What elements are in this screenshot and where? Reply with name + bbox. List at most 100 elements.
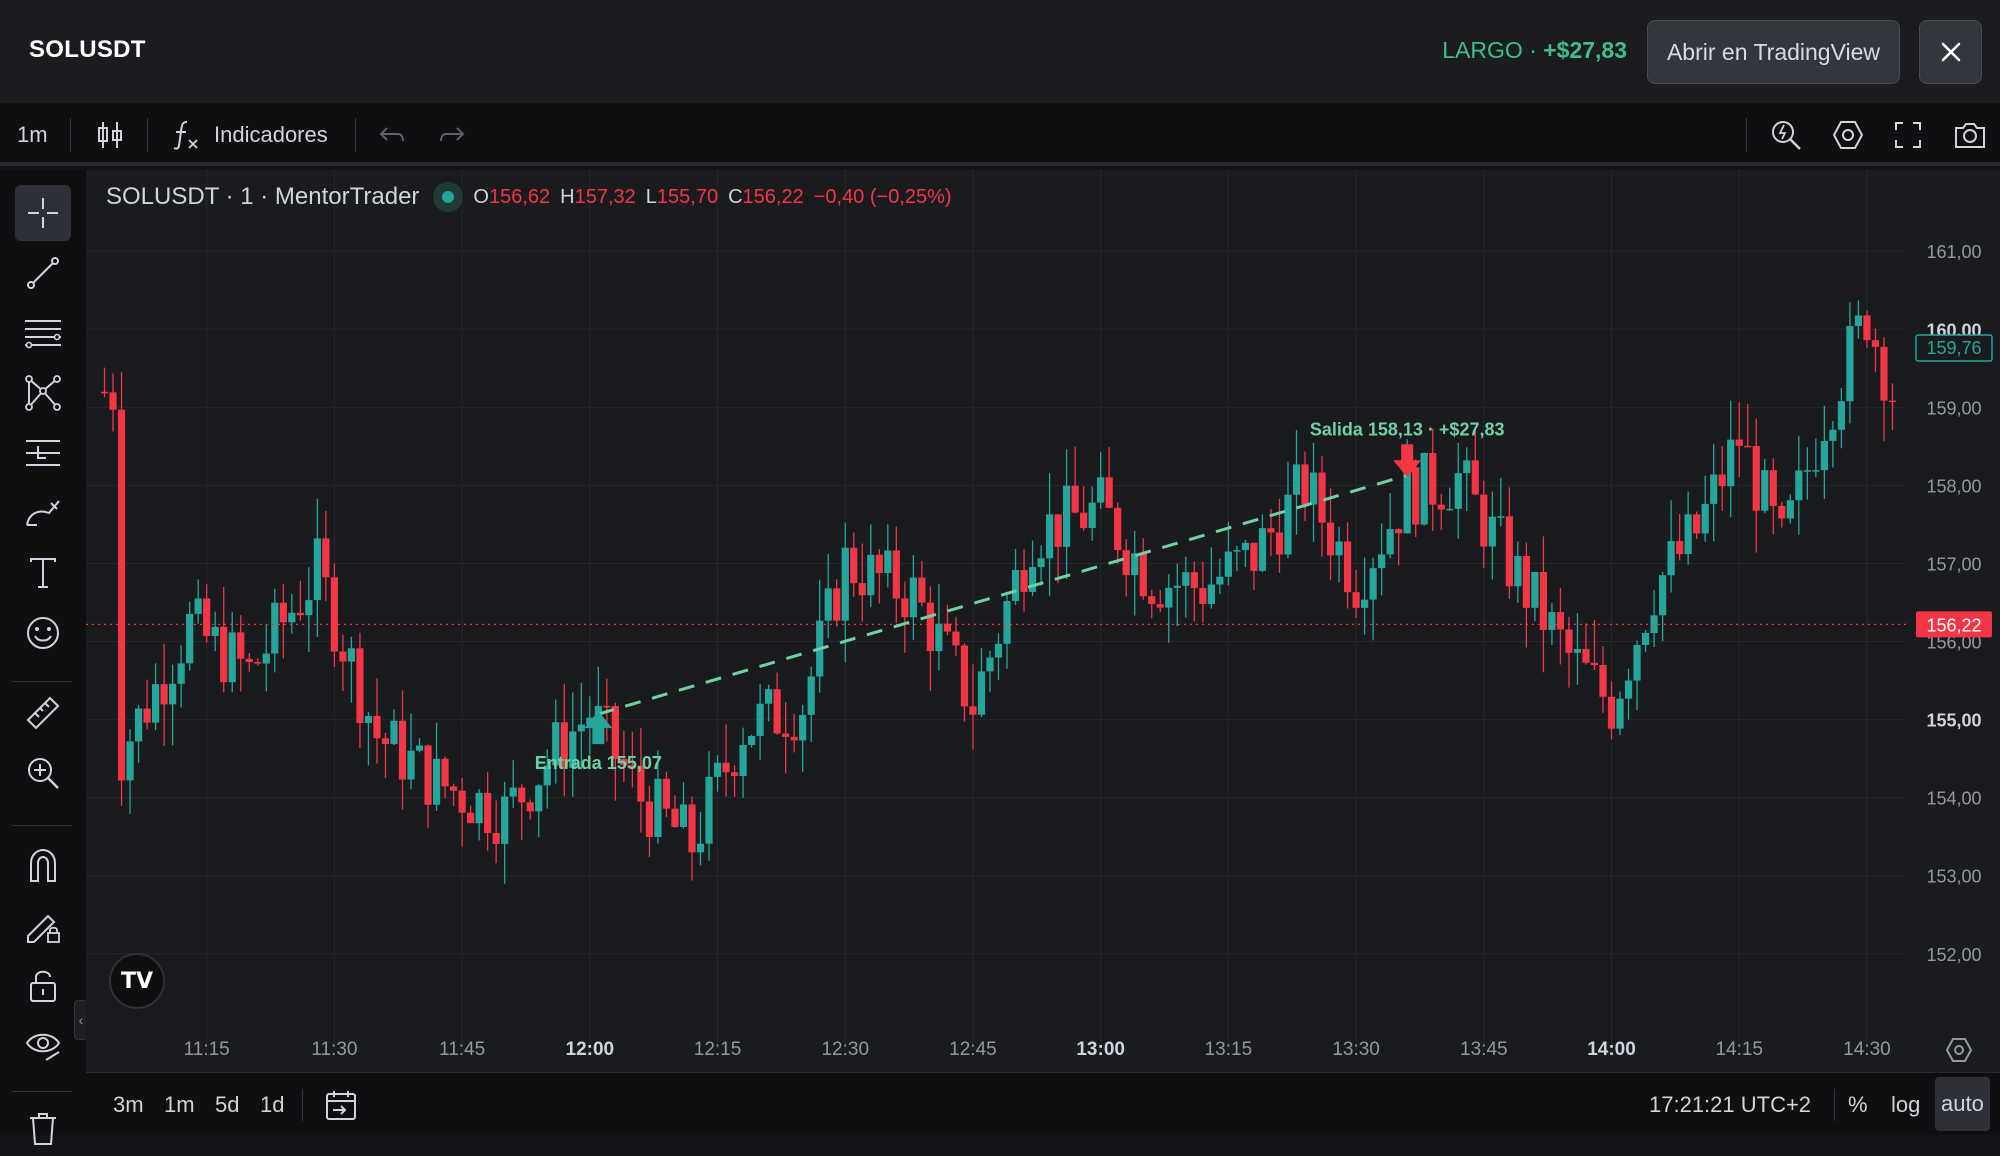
candle-body xyxy=(1820,440,1828,471)
log-toggle[interactable]: log xyxy=(1891,1073,1920,1136)
unlock-tool[interactable] xyxy=(15,957,71,1013)
candle-body xyxy=(696,843,705,853)
candle-body xyxy=(1573,648,1582,653)
pattern-tool[interactable] xyxy=(15,365,71,421)
range-3m[interactable]: 3m xyxy=(113,1073,144,1136)
zoom-in-tool[interactable] xyxy=(15,745,71,801)
low-key: L xyxy=(645,185,657,208)
horizontal-lines-tool[interactable] xyxy=(15,305,71,361)
candle-body xyxy=(271,602,279,654)
candle-body xyxy=(313,538,321,601)
goto-date-button[interactable] xyxy=(324,1073,358,1136)
undo-button[interactable] xyxy=(378,104,406,166)
open-tradingview-button[interactable]: Abrir en TradingView xyxy=(1647,20,1900,84)
pattern-icon xyxy=(25,375,61,411)
candle-body xyxy=(458,790,466,813)
range-1d[interactable]: 1d xyxy=(260,1073,284,1136)
candle-body xyxy=(415,745,424,751)
candle-body xyxy=(952,631,960,646)
candle-body xyxy=(117,409,126,781)
status-dot xyxy=(442,191,455,203)
candle-body xyxy=(1250,542,1258,571)
candle-body xyxy=(1131,553,1139,576)
range-1m[interactable]: 1m xyxy=(164,1073,195,1136)
candle-body xyxy=(662,778,671,809)
candle-body xyxy=(1854,315,1863,327)
candle-body xyxy=(1556,612,1565,630)
price-chart[interactable]: Entrada 155,07 Salida 158,13 · +$27,83 161… xyxy=(86,170,2000,1072)
indicators-button[interactable]: Indicadores xyxy=(172,104,328,166)
candle-body xyxy=(288,612,296,623)
drawing-toolbar xyxy=(0,170,86,1145)
lock-drawing-tool[interactable] xyxy=(15,897,71,953)
candle-body xyxy=(1769,470,1777,506)
trash-tool[interactable] xyxy=(15,1100,71,1156)
fullscreen-button[interactable] xyxy=(1893,104,1923,166)
screenshot-button[interactable] xyxy=(1953,104,1987,166)
redo-button[interactable] xyxy=(438,104,466,166)
candle-body xyxy=(1616,698,1624,729)
crosshair-tool[interactable] xyxy=(15,185,71,241)
candle-body xyxy=(1378,554,1386,569)
candle-body xyxy=(1454,473,1462,509)
candle-body xyxy=(1114,507,1122,551)
candle-body xyxy=(1369,568,1377,600)
quick-search-icon xyxy=(1772,121,1801,150)
candle-body xyxy=(373,715,381,739)
candle-body xyxy=(603,705,611,708)
legend-title[interactable]: SOLUSDT · 1 · MentorTrader xyxy=(106,183,419,211)
exit-label: Salida 158,13 · +$27,83 xyxy=(1310,419,1505,439)
candle-body xyxy=(1080,512,1088,529)
trend-line-tool[interactable] xyxy=(15,245,71,301)
candle-body xyxy=(909,577,917,618)
settings-button[interactable] xyxy=(1831,104,1865,166)
range-5d[interactable]: 5d xyxy=(215,1073,239,1136)
candle-body xyxy=(705,776,713,844)
ruler-tool[interactable] xyxy=(15,685,71,741)
quick-search-button[interactable] xyxy=(1769,104,1803,166)
candle-body xyxy=(1037,558,1045,568)
interval-button[interactable]: 1m xyxy=(17,104,48,166)
candle-body xyxy=(901,598,909,618)
redo-icon xyxy=(440,127,465,142)
calendar-goto-icon xyxy=(326,1090,356,1120)
close-key: C xyxy=(728,185,743,208)
candle-body xyxy=(1701,503,1709,534)
magnet-tool[interactable] xyxy=(15,837,71,893)
fib-tool[interactable] xyxy=(15,425,71,481)
candle-body xyxy=(1335,541,1343,556)
candle-body xyxy=(1309,472,1318,505)
time-tick-label: 12:45 xyxy=(949,1039,997,1060)
emoji-tool[interactable] xyxy=(15,605,71,661)
auto-toggle[interactable]: auto xyxy=(1935,1077,1990,1131)
market-status-indicator[interactable] xyxy=(433,182,464,212)
close-button[interactable] xyxy=(1919,20,1982,84)
candle-body xyxy=(1165,587,1173,608)
candle-body xyxy=(1292,464,1301,495)
tradingview-logo[interactable]: TV xyxy=(109,953,165,1009)
candle-body xyxy=(1778,505,1786,519)
candle-body xyxy=(1361,599,1369,608)
crosshair-icon xyxy=(28,198,58,228)
candle-style-button[interactable] xyxy=(96,104,124,166)
percent-toggle[interactable]: % xyxy=(1848,1073,1868,1136)
text-tool[interactable] xyxy=(15,545,71,601)
entry-label: Entrada 155,07 xyxy=(535,753,662,773)
candle-body xyxy=(1727,439,1735,487)
candle-body xyxy=(1343,541,1352,593)
candle-body xyxy=(1139,553,1147,597)
candle-body xyxy=(1522,555,1530,608)
chart-area[interactable]: Entrada 155,07 Salida 158,13 · +$27,83 161… xyxy=(86,170,2000,1072)
candle-body xyxy=(1624,680,1633,699)
candle-body xyxy=(739,744,747,777)
eye-tool[interactable] xyxy=(15,1017,71,1073)
brush-tool[interactable] xyxy=(15,485,71,541)
candle-body xyxy=(977,671,986,715)
candle-body xyxy=(1173,585,1181,588)
candle-body xyxy=(1565,629,1573,653)
candle-body xyxy=(926,602,934,652)
candle-body xyxy=(1599,665,1607,697)
candle-body xyxy=(1752,445,1760,511)
clock-time[interactable]: 17:21:21 UTC+2 xyxy=(1649,1073,1811,1136)
horizontal-lines-icon xyxy=(25,320,61,349)
